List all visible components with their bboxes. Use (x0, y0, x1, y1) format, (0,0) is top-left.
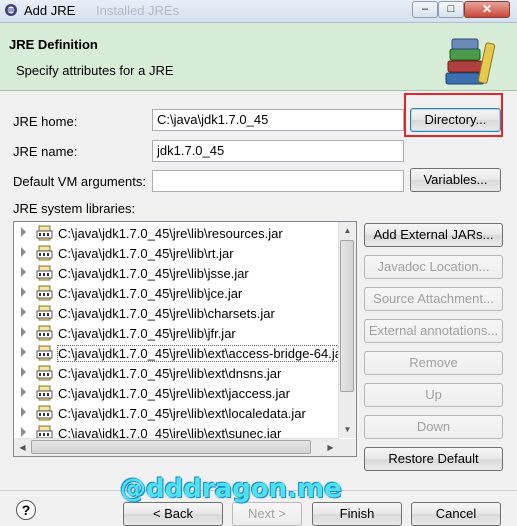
minimize-icon: – (421, 3, 429, 15)
scroll-left-arrow-icon[interactable]: ◀ (14, 439, 31, 456)
jar-file-icon (36, 265, 53, 281)
finish-button[interactable]: Finish (312, 502, 402, 526)
jar-file-icon (36, 365, 53, 381)
jre-name-field[interactable]: jdk1.7.0_45 (152, 140, 404, 162)
expand-arrow-icon[interactable] (21, 427, 26, 437)
next-button[interactable]: Next > (232, 502, 302, 526)
scroll-right-arrow-icon[interactable]: ▶ (322, 439, 339, 456)
expand-arrow-icon[interactable] (21, 407, 26, 417)
title-bar: Add JRE Installed JREs – □ ✕ (0, 0, 517, 23)
restore-default-button[interactable]: Restore Default (364, 447, 503, 471)
vertical-scrollbar[interactable]: ▲ ▼ (338, 222, 356, 438)
library-row[interactable]: C:\java\jdk1.7.0_45\jre\lib\ext\jaccess.… (14, 383, 354, 403)
jar-file-icon (36, 325, 53, 341)
library-row[interactable]: C:\java\jdk1.7.0_45\jre\lib\resources.ja… (14, 223, 354, 243)
vm-args-label: Default VM arguments: (13, 174, 146, 189)
library-books-icon (445, 38, 496, 85)
remove-button[interactable]: Remove (364, 351, 503, 375)
libraries-tree[interactable]: C:\java\jdk1.7.0_45\jre\lib\resources.ja… (13, 221, 357, 457)
jar-file-icon (36, 285, 53, 301)
library-path: C:\java\jdk1.7.0_45\jre\lib\ext\access-b… (56, 345, 348, 362)
header-title: JRE Definition (9, 37, 98, 52)
library-path: C:\java\jdk1.7.0_45\jre\lib\jce.jar (58, 286, 243, 301)
library-row[interactable]: C:\java\jdk1.7.0_45\jre\lib\ext\dnsns.ja… (14, 363, 354, 383)
expand-arrow-icon[interactable] (21, 267, 26, 277)
up-button[interactable]: Up (364, 383, 503, 407)
scrollbar-corner (339, 439, 356, 456)
annotation-highlight-box (404, 93, 503, 137)
vm-args-field[interactable] (152, 170, 404, 192)
library-row[interactable]: C:\java\jdk1.7.0_45\jre\lib\ext\access-b… (14, 343, 354, 363)
add-external-jars-button[interactable]: Add External JARs... (364, 223, 503, 247)
eclipse-icon (5, 4, 17, 16)
library-path: C:\java\jdk1.7.0_45\jre\lib\jfr.jar (58, 326, 236, 341)
jar-file-icon (36, 245, 53, 261)
jre-home-field[interactable]: C:\java\jdk1.7.0_45 (152, 109, 404, 131)
library-row[interactable]: C:\java\jdk1.7.0_45\jre\lib\jce.jar (14, 283, 354, 303)
cancel-button[interactable]: Cancel (411, 502, 501, 526)
library-path: C:\java\jdk1.7.0_45\jre\lib\resources.ja… (58, 226, 283, 241)
close-icon: ✕ (481, 2, 493, 16)
down-button[interactable]: Down (364, 415, 503, 439)
expand-arrow-icon[interactable] (21, 387, 26, 397)
jre-home-label: JRE home: (13, 114, 78, 129)
maximize-button[interactable]: □ (438, 1, 464, 18)
source-attachment-button[interactable]: Source Attachment... (364, 287, 503, 311)
external-annotations-button[interactable]: External annotations... (364, 319, 503, 343)
library-path: C:\java\jdk1.7.0_45\jre\lib\ext\dnsns.ja… (58, 366, 282, 381)
javadoc-location-button[interactable]: Javadoc Location... (364, 255, 503, 279)
maximize-icon: □ (447, 3, 455, 15)
horizontal-scroll-thumb[interactable] (31, 440, 311, 454)
jar-file-icon (36, 385, 53, 401)
libraries-label: JRE system libraries: (13, 201, 136, 216)
library-path: C:\java\jdk1.7.0_45\jre\lib\charsets.jar (58, 306, 275, 321)
background-window-title: Installed JREs (96, 3, 180, 18)
back-button[interactable]: < Back (123, 502, 223, 526)
scroll-up-arrow-icon[interactable]: ▲ (339, 222, 356, 239)
library-path: C:\java\jdk1.7.0_45\jre\lib\ext\jaccess.… (58, 386, 290, 401)
jar-file-icon (36, 305, 53, 321)
scroll-down-arrow-icon[interactable]: ▼ (339, 421, 356, 438)
expand-arrow-icon[interactable] (21, 227, 26, 237)
library-row[interactable]: C:\java\jdk1.7.0_45\jre\lib\charsets.jar (14, 303, 354, 323)
library-row[interactable]: C:\java\jdk1.7.0_45\jre\lib\jfr.jar (14, 323, 354, 343)
expand-arrow-icon[interactable] (21, 367, 26, 377)
jar-file-icon (36, 225, 53, 241)
jar-file-icon (36, 405, 53, 421)
library-path: C:\java\jdk1.7.0_45\jre\lib\rt.jar (58, 246, 234, 261)
library-row[interactable]: C:\java\jdk1.7.0_45\jre\lib\rt.jar (14, 243, 354, 263)
window-title: Add JRE (24, 3, 76, 18)
vertical-scroll-thumb[interactable] (340, 240, 354, 392)
horizontal-scrollbar[interactable]: ◀ ▶ (14, 438, 339, 456)
library-row[interactable]: C:\java\jdk1.7.0_45\jre\lib\ext\localeda… (14, 403, 354, 423)
library-path: C:\java\jdk1.7.0_45\jre\lib\ext\localeda… (58, 406, 306, 421)
minimize-button[interactable]: – (412, 1, 438, 18)
library-path: C:\java\jdk1.7.0_45\jre\lib\jsse.jar (58, 266, 249, 281)
library-row[interactable]: C:\java\jdk1.7.0_45\jre\lib\jsse.jar (14, 263, 354, 283)
expand-arrow-icon[interactable] (21, 347, 26, 357)
expand-arrow-icon[interactable] (21, 307, 26, 317)
expand-arrow-icon[interactable] (21, 247, 26, 257)
watermark-text: @dddragon.me (120, 474, 342, 504)
expand-arrow-icon[interactable] (21, 327, 26, 337)
close-button[interactable]: ✕ (464, 1, 510, 18)
jre-name-label: JRE name: (13, 144, 78, 159)
header-subtitle: Specify attributes for a JRE (16, 63, 174, 78)
variables-button[interactable]: Variables... (410, 168, 501, 192)
expand-arrow-icon[interactable] (21, 287, 26, 297)
wizard-header: JRE Definition Specify attributes for a … (0, 23, 517, 91)
jar-file-icon (36, 345, 53, 361)
help-icon[interactable]: ? (16, 500, 36, 520)
